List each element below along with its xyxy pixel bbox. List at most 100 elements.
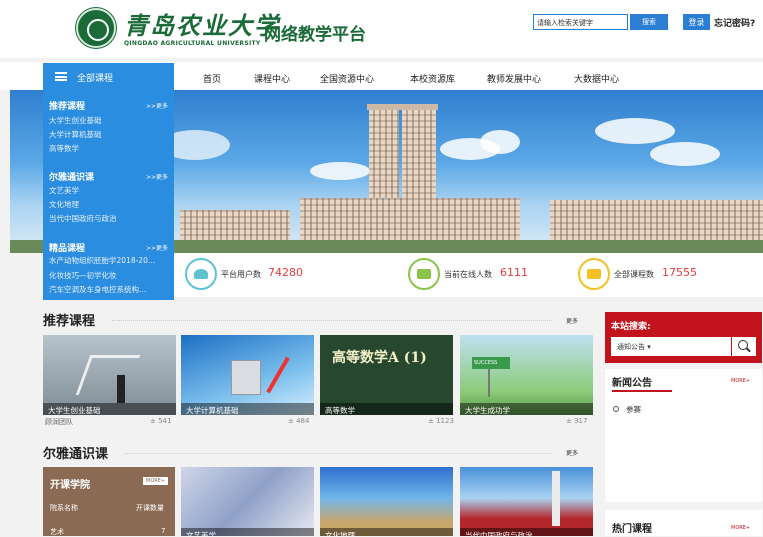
college-col-count: 开课数量: [136, 504, 164, 512]
course-card[interactable]: 高等数学A (1) 高等数学: [320, 335, 453, 415]
menu-sub-item[interactable]: 当代中国政府与政治: [49, 213, 117, 224]
course-card[interactable]: 大学生创业基础: [43, 335, 176, 415]
menu-sub-item[interactable]: 文艺美学: [49, 185, 79, 196]
title-underline: [612, 390, 672, 392]
cloud: [650, 142, 720, 166]
course-card[interactable]: 大学计算机基础: [181, 335, 314, 415]
course-card[interactable]: SUCCESS 大学生成功学: [460, 335, 593, 415]
forgot-password-link[interactable]: 忘记密码?: [714, 16, 755, 29]
stairs-graphic: [75, 355, 141, 395]
news-item[interactable]: 参赛: [626, 404, 641, 415]
menu-cat-quality[interactable]: 精品课程: [49, 241, 85, 254]
menu-more-link[interactable]: >>更多: [146, 172, 168, 181]
course-category-menu: 推荐课程 >>更多 大学生创业基础 大学计算机基础 高等数学 尔雅通识课 >>更…: [43, 90, 174, 300]
bullet-icon: [613, 406, 619, 412]
news-panel: 新闻公告 MORE+ 参赛: [605, 369, 762, 502]
stat-value-courses: 17555: [662, 266, 697, 279]
login-button[interactable]: 登录: [683, 14, 710, 30]
college-more-link[interactable]: MORE+: [143, 477, 169, 485]
stats-bar: 平台用户数 74280 当前在线人数 6111 全部课程数 17555: [174, 253, 763, 297]
erya-more-link[interactable]: 更多: [566, 448, 578, 457]
erya-card[interactable]: 当代中国政府与政治: [460, 467, 593, 536]
hot-courses-title: 热门课程: [612, 524, 652, 535]
menu-icon: [55, 72, 67, 81]
university-logo-text: 青岛农业大学: [124, 11, 280, 40]
course-card-title: 高等数学: [320, 403, 453, 415]
course-icon: [578, 258, 610, 290]
menu-cat-erya[interactable]: 尔雅通识课: [49, 170, 94, 183]
course-card-count-value: 1123: [436, 417, 454, 425]
stat-label-users: 平台用户数: [221, 270, 261, 279]
platform-title: 网络教学平台: [264, 25, 366, 45]
blackboard-text: 高等数学A (1): [332, 350, 427, 366]
online-user-icon: [408, 258, 440, 290]
menu-more-link[interactable]: >>更多: [146, 243, 168, 252]
users-icon: [185, 258, 217, 290]
podium-building: [300, 198, 520, 240]
search-icon[interactable]: [732, 337, 756, 356]
recommended-more-link[interactable]: 更多: [566, 316, 578, 325]
course-card-count: ± 1123: [428, 417, 454, 425]
search-input[interactable]: 请输入检索关键字: [533, 14, 628, 30]
menu-sub-item[interactable]: 文化地理: [49, 199, 79, 210]
college-col-name: 院系名称: [50, 504, 78, 512]
sign-post: [488, 369, 490, 397]
person-figure: [117, 375, 125, 403]
news-more-link[interactable]: MORE+: [731, 378, 750, 384]
erya-card[interactable]: 文化地理: [320, 467, 453, 536]
erya-card-title: 文化地理: [320, 528, 453, 536]
right-building: [550, 200, 763, 240]
erya-card-title: 文艺美学: [181, 528, 314, 536]
stat-label-courses: 全部课程数: [614, 270, 654, 279]
search-category-select[interactable]: 通知公告 ▾: [611, 337, 731, 356]
menu-cat-recommended[interactable]: 推荐课程: [49, 99, 85, 112]
nav-home[interactable]: 首页: [203, 72, 221, 85]
erya-card-title: 当代中国政府与政治: [460, 528, 593, 536]
university-seal-icon: [76, 8, 116, 48]
erya-card[interactable]: 文艺美学: [181, 467, 314, 536]
menu-sub-item[interactable]: 化妆技巧—初学化妆: [49, 270, 117, 281]
nav-big-data[interactable]: 大数据中心: [574, 72, 619, 85]
success-sign: SUCCESS: [472, 357, 510, 369]
search-category-value: 通知公告: [617, 343, 645, 351]
cloud: [480, 130, 520, 154]
stat-value-online: 6111: [500, 266, 528, 279]
all-courses-button[interactable]: 全部课程: [43, 63, 174, 90]
arrow-graphic: [266, 356, 290, 394]
nav-course-center[interactable]: 课程中心: [254, 72, 290, 85]
college-panel: 开课学院 MORE+ 院系名称 开课数量 艺术 7: [43, 467, 175, 536]
nav-teacher-development[interactable]: 教师发展中心: [487, 72, 541, 85]
university-logo-english: QINGDAO AGRICULTURAL UNIVERSITY: [124, 40, 261, 47]
course-card-count: ± 317: [566, 417, 588, 425]
college-title: 开课学院: [50, 480, 90, 491]
nav-school-resources[interactable]: 本校资源库: [410, 72, 455, 85]
menu-more-link[interactable]: >>更多: [146, 101, 168, 110]
nav-national-resources[interactable]: 全国资源中心: [320, 72, 374, 85]
stat-value-users: 74280: [268, 266, 303, 279]
search-button[interactable]: 搜索: [630, 14, 668, 30]
site-header: 青岛农业大学 QINGDAO AGRICULTURAL UNIVERSITY 网…: [0, 0, 763, 58]
hot-courses-panel: 热门课程 MORE+: [605, 510, 762, 536]
chevron-down-icon: ▾: [647, 343, 651, 351]
site-search-panel: 本站搜索: 通知公告 ▾: [605, 312, 762, 363]
course-card-title: 大学计算机基础: [181, 403, 314, 415]
hot-courses-more-link[interactable]: MORE+: [731, 525, 750, 531]
left-building: [180, 210, 290, 240]
section-divider: [125, 453, 552, 454]
section-title-erya: 尔雅通识课: [43, 447, 109, 462]
course-card-title: 大学生成功学: [460, 403, 593, 415]
menu-sub-item[interactable]: 高等数学: [49, 143, 79, 154]
menu-sub-item[interactable]: 水产动物组织胚胎学2018-20...: [49, 255, 155, 266]
stat-label-online: 当前在线人数: [444, 270, 492, 279]
menu-sub-item[interactable]: 汽车空调及车身电控系统构...: [49, 284, 146, 295]
course-card-count-value: 541: [158, 417, 172, 425]
tower-roof: [367, 104, 438, 110]
course-card-title: 大学生创业基础: [43, 403, 176, 415]
news-title: 新闻公告: [612, 378, 652, 389]
course-card-author: 顾润团队: [45, 418, 73, 426]
menu-sub-item[interactable]: 大学计算机基础: [49, 129, 102, 140]
college-row-count: 7: [161, 527, 166, 535]
menu-sub-item[interactable]: 大学生创业基础: [49, 115, 102, 126]
course-card-count-value: 484: [296, 417, 310, 425]
course-card-count-value: 317: [574, 417, 588, 425]
